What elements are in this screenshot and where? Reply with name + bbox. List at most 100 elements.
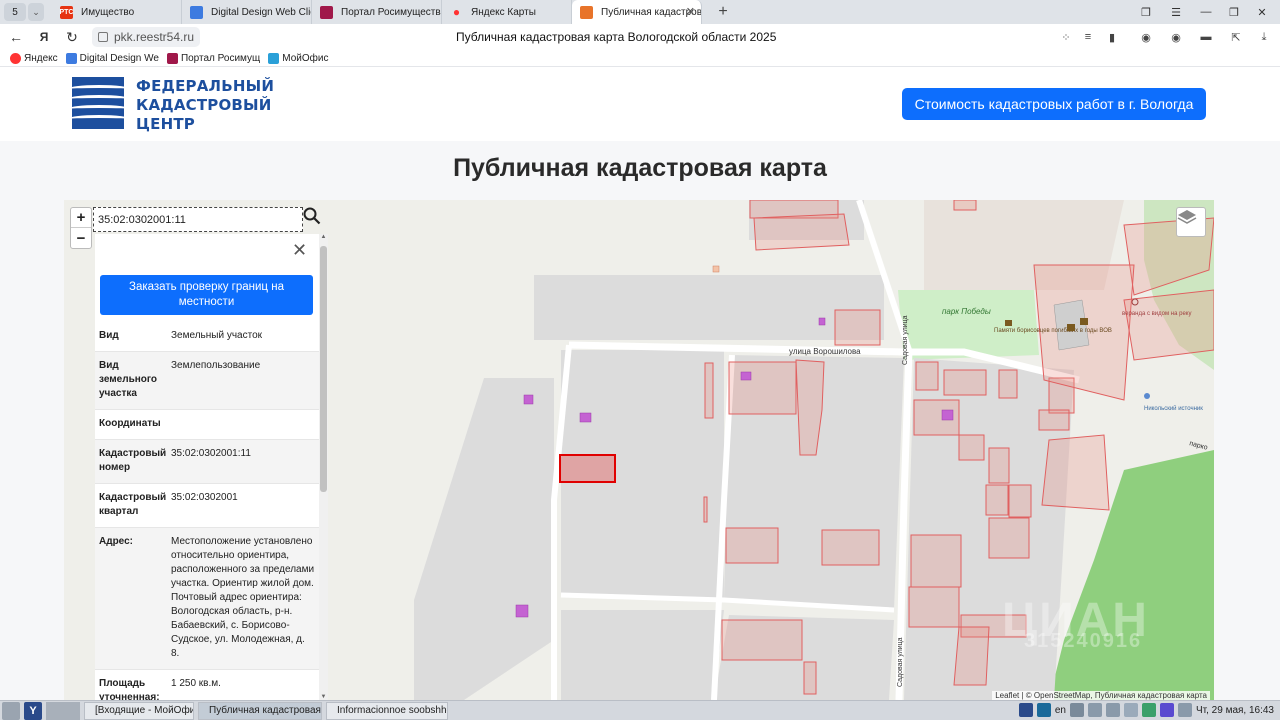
extensions-icon[interactable]: ⁘ (1058, 29, 1074, 45)
tab-counter[interactable]: 5 (4, 3, 26, 21)
reader-icon[interactable]: ≡ (1080, 29, 1096, 45)
bookmark-digital-design[interactable]: Digital Design We (65, 52, 159, 64)
info-value: 35:02:0302001:11 (171, 448, 251, 459)
page-heading: Публичная кадастровая карта (453, 154, 827, 182)
wallet-icon[interactable]: ▬ (1198, 29, 1214, 45)
spring-icon (1144, 393, 1150, 399)
digital-design-icon (190, 5, 203, 19)
tab-rosimushchestvo[interactable]: Портал Росимущества (312, 0, 442, 24)
info-value: 1 250 кв.м. (171, 678, 221, 689)
clock: Чт, 29 мая, 16:43 (1195, 704, 1274, 716)
profile-avatar-icon[interactable]: ◉ (1138, 29, 1154, 45)
cadastral-search-input[interactable]: 35:02:0302001:11 (93, 207, 303, 232)
tab-list-chevron-icon[interactable]: ⌄ (28, 3, 44, 21)
logo-text[interactable]: ФЕДЕРАЛЬНЫЙ КАДАСТРОВЫЙ ЦЕНТР (136, 77, 274, 134)
logo-line: КАДАСТРОВЫЙ (136, 96, 272, 114)
task-document[interactable]: Informacionnoe soobshhe... (326, 701, 448, 720)
close-icon[interactable]: ✕ (292, 240, 307, 261)
app-tray-icon[interactable] (1159, 703, 1174, 717)
info-row: Кадастровый номер 35:02:0302001:11 (95, 440, 319, 484)
restore-icon[interactable]: ❐ (1222, 0, 1246, 24)
k-tray-icon[interactable] (1036, 703, 1051, 717)
share-icon[interactable]: ⇱ (1228, 29, 1244, 45)
url-field[interactable]: pkk.reestr54.ru (92, 27, 201, 47)
tab-digital-design[interactable]: Digital Design Web Client (182, 0, 312, 24)
url-text: pkk.reestr54.ru (114, 30, 195, 44)
start-menu-icon[interactable] (2, 701, 20, 720)
tab-manager-icon[interactable]: ❐ (1134, 0, 1158, 24)
info-key: Кадастровый квартал (99, 492, 167, 517)
bookmark-yandex[interactable]: Яндекс (10, 52, 58, 64)
bookmark-rosimushchestvo[interactable]: Портал Росимущ (166, 52, 260, 64)
page-title: Публичная кадастровая карта Вологодской … (456, 30, 777, 44)
tab-label: Портал Росимущества (341, 6, 442, 18)
scroll-up-icon[interactable]: ▲ (319, 234, 328, 240)
fkc-logo-icon[interactable] (72, 77, 124, 129)
tab-yandex-maps[interactable]: ● Яндекс Карты (442, 0, 572, 24)
layers-icon[interactable] (1176, 207, 1206, 237)
street-label-voroshilova: улица Ворошилова (789, 347, 861, 356)
system-tray: en Чт, 29 мая, 16:43 (1018, 703, 1274, 717)
volume-icon[interactable] (1087, 703, 1102, 717)
workspace-switcher[interactable] (46, 701, 80, 720)
zoom-in-button[interactable]: + (71, 208, 91, 228)
cadastral-price-button[interactable]: Стоимость кадастровых работ в г. Вологда (902, 88, 1206, 120)
bookmark-myoffice[interactable]: МойОфис (268, 52, 329, 64)
task-mail[interactable]: [Входящие - МойОфис П... (84, 701, 194, 720)
minimize-icon[interactable]: — (1194, 0, 1218, 24)
rosimushchestvo-icon (166, 52, 178, 64)
info-row: Вид Земельный участок (95, 322, 319, 352)
clipboard-icon[interactable] (1123, 703, 1138, 717)
account-avatar-icon[interactable]: ◉ (1168, 29, 1184, 45)
keyboard-layout[interactable]: en (1055, 705, 1066, 716)
search-icon[interactable] (303, 207, 329, 232)
veranda-label: веранда с видом на реку (1122, 311, 1191, 317)
reload-icon[interactable]: ↻ (58, 24, 86, 50)
new-tab-button[interactable]: + (712, 1, 734, 23)
selected-parcel[interactable] (559, 454, 616, 483)
rts-icon: РТС (60, 5, 73, 19)
museum-icon (1067, 324, 1075, 331)
scroll-down-icon[interactable]: ▼ (319, 694, 328, 700)
map-attribution[interactable]: Leaflet | © OpenStreetMap, Публичная кад… (992, 691, 1210, 700)
network-icon[interactable] (1105, 703, 1120, 717)
logo-line: ФЕДЕРАЛЬНЫЙ (136, 77, 275, 95)
cadastral-map[interactable]: улица Ворошилова Садовая улица Садовая у… (64, 200, 1214, 700)
scrollbar-thumb[interactable] (320, 246, 327, 492)
info-panel-scrollbar[interactable]: ▲ ▼ (319, 234, 328, 700)
yandex-browser-icon[interactable]: Y (24, 701, 42, 720)
yandex-tray-icon[interactable] (1018, 703, 1033, 717)
zoom-out-button[interactable]: − (71, 228, 91, 248)
bookmark-icon[interactable]: ▮ (1104, 29, 1120, 45)
yandex-logo-icon[interactable]: Я (30, 24, 58, 50)
info-key: Адрес: (99, 536, 133, 547)
back-arrow-icon[interactable]: ← (2, 24, 30, 50)
close-tab-icon[interactable]: ✕ (686, 5, 695, 18)
info-value: Землепользование (171, 360, 261, 371)
close-window-icon[interactable]: ✕ (1250, 0, 1274, 24)
menu-icon[interactable]: ☰ (1164, 0, 1188, 24)
bookmark-label: МойОфис (282, 52, 329, 64)
street-label-sadovaya-bottom: Садовая улица (897, 637, 904, 687)
info-key: Вид (99, 330, 119, 341)
tab-pkk-active[interactable]: Публичная кадастров ✕ (572, 0, 702, 24)
sync-icon[interactable] (1141, 703, 1156, 717)
power-icon[interactable] (1177, 703, 1192, 717)
monument-label: Памяти борисовцев погибших в годы ВОВ (994, 328, 1112, 334)
tab-imushchestvo[interactable]: РТС Имущество (52, 0, 182, 24)
street-label-sadovaya-top: Садовая улица (902, 315, 909, 365)
task-label: Informacionnoe soobshhe... (337, 705, 447, 716)
info-row: Кадастровый квартал 35:02:0302001 (95, 484, 319, 528)
order-boundary-check-button[interactable]: Заказать проверку границ на местности (100, 275, 313, 315)
os-taskbar: Y [Входящие - МойОфис П... Публичная кад… (0, 700, 1280, 720)
parcel-info-table: Вид Земельный участок Вид земельного уча… (95, 322, 319, 700)
bookmark-label: Яндекс (24, 52, 58, 64)
info-key: Вид земельного участка (99, 360, 158, 399)
tab-label: Digital Design Web Client (211, 6, 311, 18)
task-browser[interactable]: Публичная кадастровая ... (198, 701, 322, 720)
zoom-control: + − (70, 207, 92, 249)
yandex-icon (10, 52, 21, 64)
screen-icon[interactable] (1069, 703, 1084, 717)
parcel-info-panel: ✕ Заказать проверку границ на местности … (95, 234, 328, 700)
download-icon[interactable]: ⤓ (1256, 29, 1272, 45)
